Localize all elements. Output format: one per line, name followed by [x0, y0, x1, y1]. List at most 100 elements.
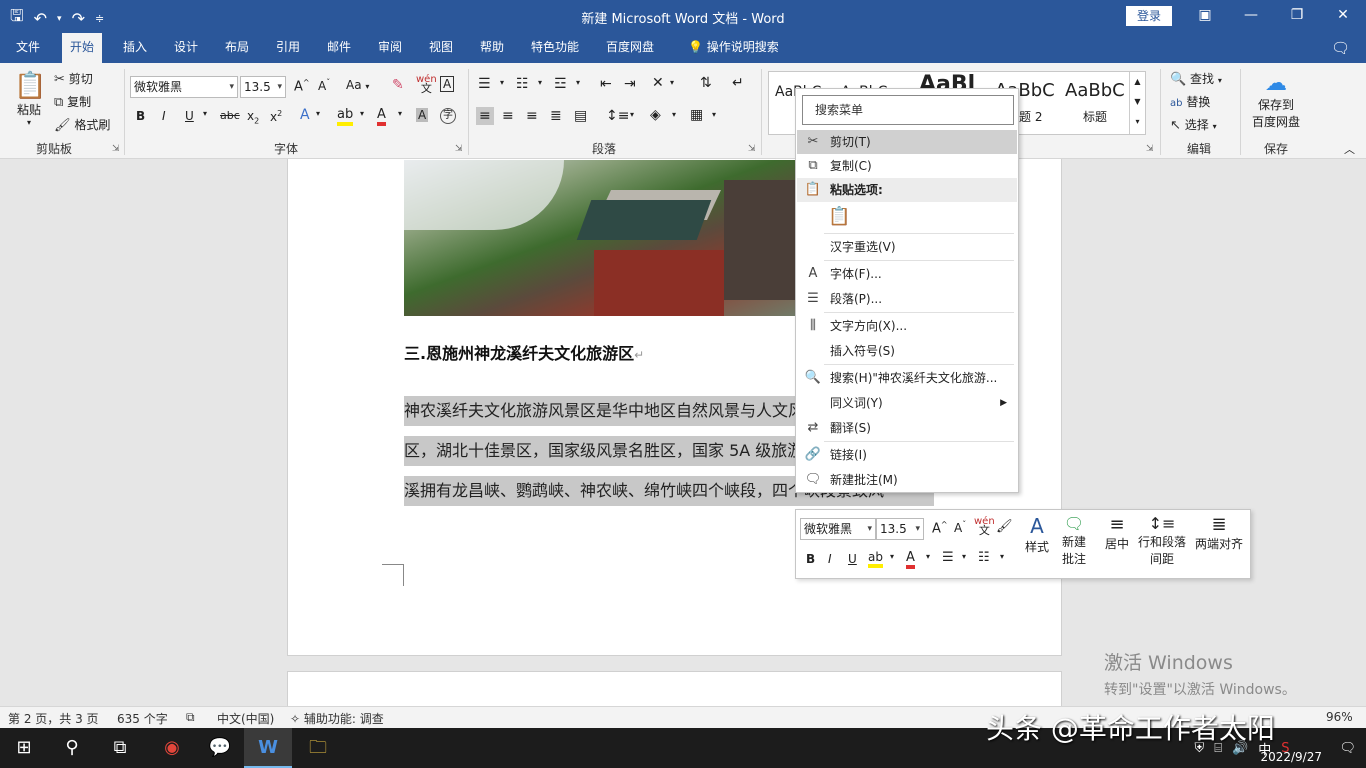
tab-references[interactable]: 引用 — [268, 33, 308, 63]
format-painter-button[interactable]: 🖌 格式刷 — [54, 116, 110, 133]
chevron-down-icon[interactable]: ▾ — [538, 78, 542, 87]
highlight-icon[interactable]: ab — [337, 107, 354, 126]
chevron-down-icon[interactable]: ▾ — [203, 109, 207, 118]
menu-item-reconvert[interactable]: 汉字重选(V) — [797, 235, 1017, 259]
tell-me-search[interactable]: 💡 操作说明搜索 — [680, 33, 787, 63]
enclose-character-icon[interactable]: 字 — [440, 108, 456, 124]
chevron-down-icon[interactable]: ▾ — [630, 110, 634, 119]
decrease-indent-icon[interactable]: ⇤ — [600, 76, 612, 92]
menu-item-translate[interactable]: ⇄ 翻译(S) — [797, 416, 1017, 440]
paragraph-line[interactable]: 神农溪纤夫文化旅游风景区是华中地区自然风景与人文风情的旅游景 — [404, 396, 796, 426]
increase-indent-icon[interactable]: ⇥ — [624, 76, 636, 92]
bold-icon[interactable]: B — [136, 109, 145, 123]
show-marks-icon[interactable]: ↵ — [732, 75, 744, 91]
bold-icon[interactable]: B — [806, 552, 815, 566]
phonetic-guide-button[interactable]: wén 文 — [974, 517, 995, 537]
mini-size-combo[interactable]: 13.5 ▾ — [876, 518, 924, 540]
task-view-icon[interactable]: ⧉ — [96, 728, 144, 768]
center-button[interactable]: ≡ 居中 — [1102, 514, 1132, 552]
copy-button[interactable]: ⧉ 复制 — [54, 93, 91, 110]
bullets-icon[interactable]: ☰ — [478, 76, 491, 92]
distributed-icon[interactable]: ▤ — [574, 108, 587, 124]
login-button[interactable]: 登录 — [1126, 6, 1172, 26]
bullets-icon[interactable]: ☰ — [942, 550, 954, 565]
zoom-level[interactable]: 96% — [1326, 710, 1353, 724]
comments-icon[interactable]: 🗨 — [1331, 39, 1350, 57]
tab-baidu-pan[interactable]: 百度网盘 — [598, 33, 662, 63]
font-launcher-icon[interactable]: ⇲ — [455, 144, 463, 154]
menu-item-font[interactable]: A 字体(F)... — [797, 262, 1017, 286]
tab-file[interactable]: 文件 — [8, 33, 48, 63]
phonetic-guide-button[interactable]: wén 文 — [416, 75, 437, 95]
borders-icon[interactable]: ▦ — [690, 107, 703, 123]
italic-icon[interactable]: I — [828, 552, 832, 566]
page[interactable] — [287, 671, 1062, 706]
word-count[interactable]: 635 个字 — [117, 710, 168, 727]
underline-icon[interactable]: U — [848, 552, 857, 566]
chevron-down-icon[interactable]: ▾ — [576, 78, 580, 87]
format-painter-icon[interactable]: 🖌 — [996, 519, 1013, 534]
character-shading-icon[interactable]: A — [416, 108, 429, 122]
chevron-down-icon[interactable]: ▾ — [712, 110, 716, 119]
save-to-baidu-button[interactable]: ☁ 保存到 百度网盘 — [1252, 71, 1300, 130]
menu-item-insert-symbol[interactable]: 插入符号(S) — [797, 339, 1017, 363]
chinese-layout-icon[interactable]: ✕ — [652, 75, 664, 91]
tab-help[interactable]: 帮助 — [472, 33, 512, 63]
paste-button[interactable]: 📋 粘贴 ▾ — [14, 71, 46, 127]
paragraph-line[interactable]: 区，湖北十佳景区，国家级风景名胜区，国家 5A 级旅游景区。神农 — [404, 436, 796, 466]
chevron-down-icon[interactable]: ▾ — [398, 109, 402, 118]
subscript-icon[interactable]: x2 — [247, 109, 259, 125]
close-icon[interactable]: ✕ — [1320, 0, 1366, 33]
strikethrough-icon[interactable]: abc — [220, 109, 240, 122]
chevron-down-icon[interactable]: ▾ — [500, 78, 504, 87]
menu-item-synonyms[interactable]: 同义词(Y) ▶ — [797, 391, 1017, 415]
underline-icon[interactable]: U — [185, 109, 194, 123]
text-effects-icon[interactable]: A — [300, 107, 310, 123]
align-right-icon[interactable]: ≡ — [526, 108, 538, 124]
menu-item-link[interactable]: 🔗 链接(I) — [797, 443, 1017, 467]
find-button[interactable]: 🔍 查找 ▾ — [1170, 70, 1222, 87]
chevron-down-icon[interactable]: ▾ — [1000, 552, 1004, 561]
minimize-icon[interactable]: — — [1228, 0, 1274, 33]
menu-item-paragraph[interactable]: ☰ 段落(P)... — [797, 287, 1017, 311]
word-icon[interactable]: W — [244, 728, 292, 768]
tab-layout[interactable]: 布局 — [217, 33, 257, 63]
grow-font-icon[interactable]: A^ — [932, 520, 948, 536]
new-comment-button[interactable]: 🗨 新建 批注 — [1058, 514, 1090, 567]
style-title[interactable]: AaBbC — [1065, 80, 1125, 101]
tab-home[interactable]: 开始 — [62, 33, 103, 63]
chevron-down-icon[interactable]: ▾ — [670, 78, 674, 87]
change-case-button[interactable]: Aa ▾ — [346, 78, 369, 92]
document-area[interactable]: 三.恩施州神龙溪纤夫文化旅游区↵ 神农溪纤夫文化旅游风景区是华中地区自然风景与人… — [0, 159, 1366, 706]
tab-design[interactable]: 设计 — [166, 33, 206, 63]
wechat-icon[interactable]: 💬 — [196, 728, 244, 768]
menu-item-copy[interactable]: ⧉ 复制(C) — [797, 154, 1017, 178]
superscript-icon[interactable]: x2 — [270, 109, 282, 124]
grow-font-icon[interactable]: A^ — [294, 78, 310, 94]
tab-mailings[interactable]: 邮件 — [319, 33, 359, 63]
highlight-icon[interactable]: ab — [868, 550, 883, 568]
replace-button[interactable]: ab 替换 — [1170, 93, 1210, 110]
chrome-icon[interactable]: ◉ — [148, 728, 196, 768]
font-size-combo[interactable]: 13.5 ▾ — [240, 76, 286, 98]
font-color-icon[interactable]: A — [906, 550, 915, 569]
tab-review[interactable]: 审阅 — [370, 33, 410, 63]
tab-view[interactable]: 视图 — [421, 33, 461, 63]
file-explorer-icon[interactable]: 🗀 — [294, 728, 342, 768]
menu-item-search[interactable]: 🔍 搜索(H)"神农溪纤夫文化旅游... — [797, 366, 1017, 390]
menu-item-text-direction[interactable]: ⫼ 文字方向(X)... — [797, 314, 1017, 338]
windows-start-icon[interactable]: ⊞ — [0, 728, 48, 768]
document-image[interactable] — [404, 160, 804, 316]
styles-scroll[interactable]: ▲ ▼ ▾ — [1129, 72, 1145, 134]
italic-icon[interactable]: I — [162, 109, 166, 123]
paragraph-launcher-icon[interactable]: ⇲ — [748, 144, 756, 154]
chevron-down-icon[interactable]: ▾ — [926, 552, 930, 561]
search-icon[interactable]: ⚲ — [48, 728, 96, 768]
shrink-font-icon[interactable]: Aˇ — [954, 520, 966, 535]
line-spacing-button[interactable]: ↕≡ 行和段落 间距 — [1136, 514, 1188, 567]
chevron-down-icon[interactable]: ▾ — [672, 110, 676, 119]
align-center-icon[interactable]: ≡ — [502, 108, 514, 124]
font-color-icon[interactable]: A — [377, 107, 386, 126]
menu-item-cut[interactable]: ✂ 剪切(T) — [797, 130, 1017, 154]
sort-icon[interactable]: ⇅ — [700, 75, 712, 91]
